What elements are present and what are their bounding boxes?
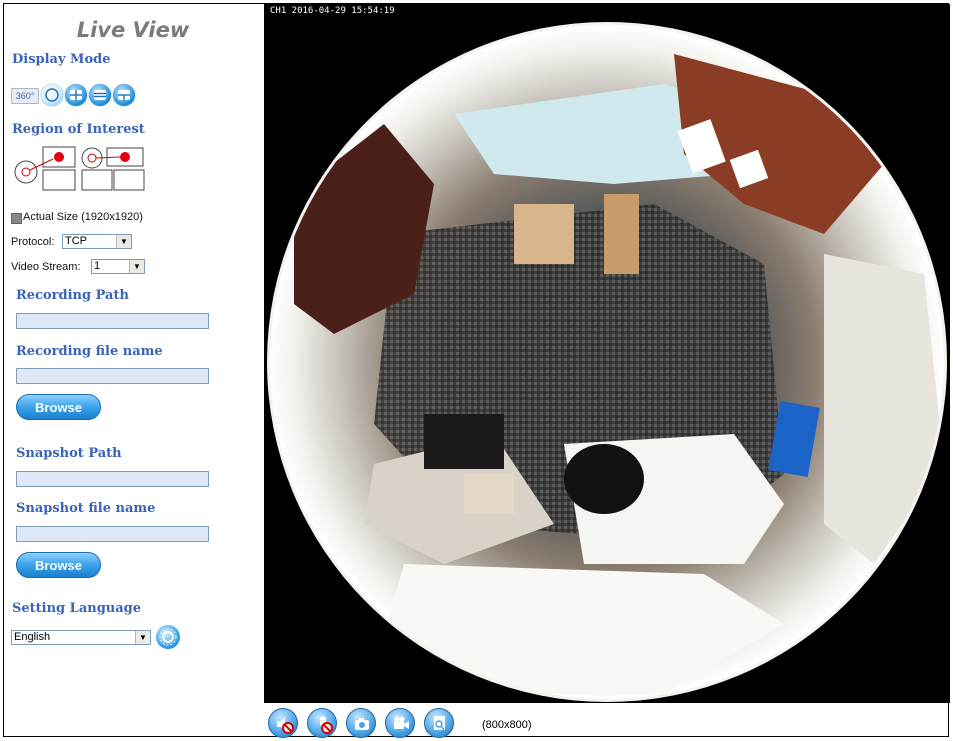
record-button[interactable] xyxy=(385,708,415,738)
circle-view-button[interactable] xyxy=(41,84,63,106)
quad-view-icon xyxy=(70,90,82,100)
gear-icon xyxy=(159,628,177,646)
video-stream-value: 1 xyxy=(94,260,101,272)
live-view-page: Live View Display Mode 360° Region of In… xyxy=(3,3,950,738)
mute-speaker-button[interactable] xyxy=(268,708,298,738)
snapshot-icon xyxy=(355,718,369,730)
display-mode-label: Display Mode xyxy=(12,52,111,67)
region-of-interest-label: Region of Interest xyxy=(12,122,145,137)
recording-path-label: Recording Path xyxy=(16,288,129,303)
split-view-icon xyxy=(118,90,130,100)
snapshot-file-name-input[interactable] xyxy=(16,526,209,542)
snapshot-file-name-label: Snapshot file name xyxy=(16,501,156,516)
protocol-label: Protocol: xyxy=(11,236,55,248)
resolution-label: (800x800) xyxy=(482,719,532,731)
page-title: Live View xyxy=(76,18,190,42)
fisheye-camera-image xyxy=(267,22,947,702)
recording-file-name-input[interactable] xyxy=(16,368,209,384)
zoom-icon xyxy=(434,716,445,731)
mode-360-button[interactable]: 360° xyxy=(11,88,39,104)
chevron-down-icon: ▼ xyxy=(135,631,150,644)
mute-microphone-button[interactable] xyxy=(307,708,337,738)
sidebar: Live View Display Mode 360° Region of In… xyxy=(4,4,262,736)
snapshot-button[interactable] xyxy=(346,708,376,738)
record-icon xyxy=(394,716,409,729)
setting-language-label: Setting Language xyxy=(12,601,142,616)
recording-path-input[interactable] xyxy=(16,313,209,329)
protocol-value: TCP xyxy=(65,235,87,247)
video-stream-label: Video Stream: xyxy=(11,261,81,273)
roi-dual-icon[interactable] xyxy=(80,146,146,194)
chevron-down-icon: ▼ xyxy=(116,235,131,248)
zoom-button[interactable] xyxy=(424,708,454,738)
recording-file-name-label: Recording file name xyxy=(16,344,163,359)
microphone-mute-icon xyxy=(320,716,333,734)
chevron-down-icon: ▼ xyxy=(129,260,144,273)
speaker-mute-icon xyxy=(277,717,294,734)
circle-icon xyxy=(45,88,59,102)
split-view-button[interactable] xyxy=(113,84,135,106)
protocol-select[interactable]: TCP ▼ xyxy=(62,234,132,249)
recording-browse-button[interactable]: Browse xyxy=(16,394,101,420)
language-value: English xyxy=(14,631,51,643)
roi-single-icon[interactable] xyxy=(13,146,78,194)
quad-view-button[interactable] xyxy=(65,84,87,106)
osd-timestamp: CH1 2016-04-29 15:54:19 xyxy=(270,6,395,16)
language-select[interactable]: English ▼ xyxy=(11,630,151,645)
video-stream-select[interactable]: 1 ▼ xyxy=(91,259,145,274)
video-view[interactable]: CH1 2016-04-29 15:54:19 xyxy=(264,4,950,703)
snapshot-path-label: Snapshot Path xyxy=(16,446,122,461)
actual-size-label: Actual Size (1920x1920) xyxy=(23,211,143,223)
actual-size-checkbox[interactable] xyxy=(11,213,22,224)
apply-language-button[interactable] xyxy=(156,625,180,649)
panorama-icon xyxy=(94,90,106,100)
panorama-view-button[interactable] xyxy=(89,84,111,106)
snapshot-browse-button[interactable]: Browse xyxy=(16,552,101,578)
snapshot-path-input[interactable] xyxy=(16,471,209,487)
